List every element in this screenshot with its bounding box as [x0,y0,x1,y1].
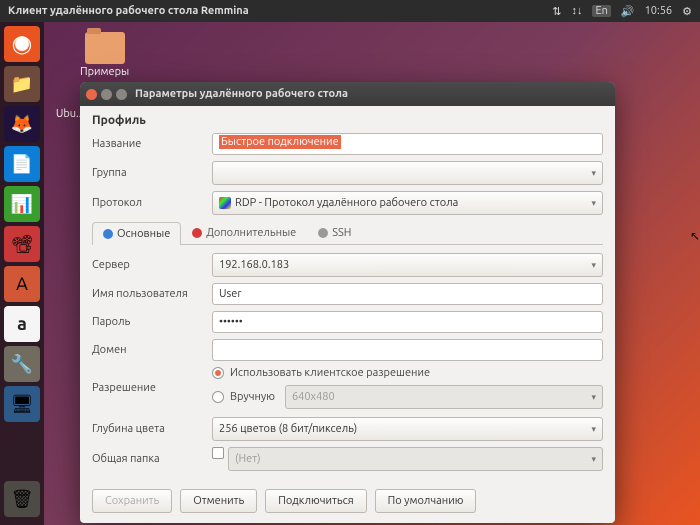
dialog-title: Параметры удалённого рабочего стола [135,88,348,100]
resolution-manual-combo: 640x480 [285,385,603,409]
network-icon[interactable]: ⇅ [552,5,561,18]
dialog-titlebar[interactable]: Параметры удалённого рабочего стола [80,82,615,106]
server-label: Сервер [92,259,212,271]
trash-icon[interactable]: 🗑 [4,481,40,517]
key-icon [318,228,328,238]
minimize-icon[interactable] [101,89,112,100]
profile-section-title: Профиль [92,114,603,127]
protocol-label: Протокол [92,197,212,209]
impress-icon[interactable]: 📽 [4,226,40,262]
resolution-manual-label: Вручную [230,391,275,403]
amazon-icon[interactable]: a [4,306,40,342]
system-tray: ⇅ ↕↓ En 🔊 10:56 ⚙ [552,5,692,18]
mouse-cursor: ↖ [690,229,700,243]
calc-icon[interactable]: 📊 [4,186,40,222]
remote-desktop-settings-dialog: Параметры удалённого рабочего стола Проф… [80,82,615,523]
warning-icon [192,228,202,238]
password-input[interactable] [212,311,603,333]
name-input[interactable]: Быстрое подключение [212,133,603,155]
writer-icon[interactable]: 📄 [4,146,40,182]
desktop-folder-examples[interactable]: Примеры [80,32,129,78]
folder-label: Примеры [80,66,129,78]
cancel-button[interactable]: Отменить [180,489,257,513]
info-icon [103,229,113,239]
color-depth-combo[interactable]: 256 цветов (8 бит/пиксель) [212,417,603,441]
settings-icon[interactable]: 🔧 [4,346,40,382]
sound-icon[interactable]: 🔊 [621,5,635,18]
top-menu-bar: Клиент удалённого рабочего стола Remmina… [0,0,700,22]
app-title: Клиент удалённого рабочего стола Remmina [8,5,552,17]
maximize-icon[interactable] [116,89,127,100]
gear-icon[interactable]: ⚙ [682,5,692,18]
clock[interactable]: 10:56 [645,5,673,17]
default-button[interactable]: По умолчанию [375,489,477,513]
shared-folder-checkbox[interactable] [212,447,224,459]
username-label: Имя пользователя [92,288,212,300]
remmina-icon[interactable]: 🖥 [4,386,40,422]
firefox-icon[interactable]: 🦊 [4,106,40,142]
shared-folder-label: Общая папка [92,453,212,465]
domain-input[interactable] [212,339,603,361]
tab-basic[interactable]: Основные [92,222,181,245]
software-icon[interactable]: A [4,266,40,302]
color-depth-label: Глубина цвета [92,423,212,435]
rdp-icon [219,197,231,209]
server-input[interactable]: 192.168.0.183 [212,253,603,277]
dialog-button-bar: Сохранить Отменить Подключиться По умолч… [92,481,603,513]
group-label: Группа [92,167,212,179]
resolution-client-label: Использовать клиентское разрешение [230,367,430,379]
files-icon[interactable]: 📁 [4,66,40,102]
shared-folder-combo: (Нет) [228,447,603,471]
tab-bar: Основные Дополнительные SSH [92,221,603,245]
tab-ssh[interactable]: SSH [307,221,362,244]
domain-label: Домен [92,344,212,356]
close-icon[interactable] [86,89,97,100]
resolution-client-radio[interactable] [212,367,224,379]
resolution-manual-radio[interactable] [212,391,224,403]
save-button: Сохранить [92,489,172,513]
connect-button[interactable]: Подключиться [265,489,366,513]
resolution-label: Разрешение [92,382,212,394]
keyboard-layout-indicator[interactable]: En [592,5,610,17]
password-label: Пароль [92,316,212,328]
network-wired-icon[interactable]: ↕↓ [571,5,582,17]
username-input[interactable] [212,283,603,305]
name-label: Название [92,138,212,150]
tab-advanced[interactable]: Дополнительные [181,221,307,244]
unity-launcher: ◯ 📁 🦊 📄 📊 📽 A a 🔧 🖥 🗑 [0,22,44,525]
folder-icon [85,32,125,64]
group-combo[interactable] [212,161,603,185]
protocol-combo[interactable]: RDP - Протокол удалённого рабочего стола [212,191,603,215]
dash-icon[interactable]: ◯ [4,26,40,62]
